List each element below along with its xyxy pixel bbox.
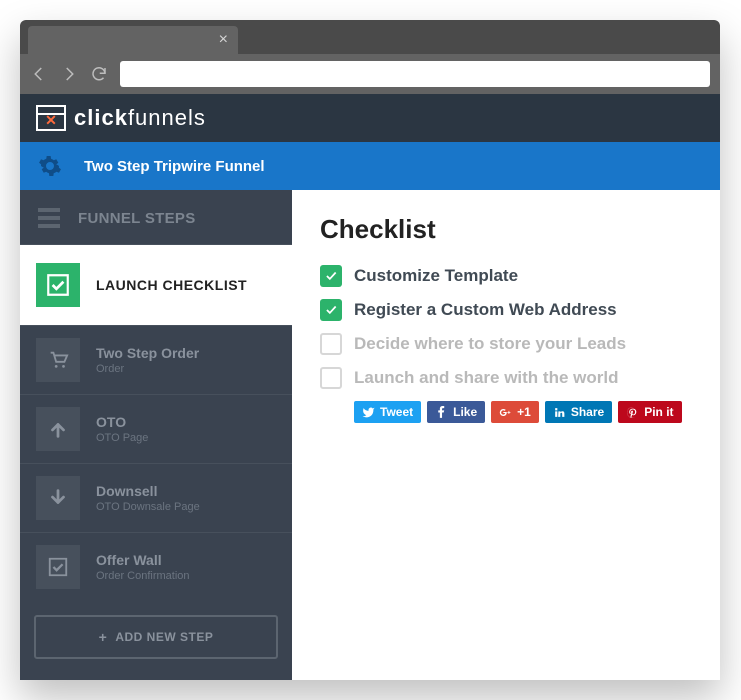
sidebar-item-label: Two Step Order (96, 345, 199, 361)
sidebar-section-label: FUNNEL STEPS (78, 210, 196, 227)
breadcrumb-title: Two Step Tripwire Funnel (84, 158, 265, 175)
sidebar-item-oto[interactable]: OTO OTO Page (20, 394, 292, 463)
back-icon[interactable] (30, 65, 48, 83)
reload-icon[interactable] (90, 65, 108, 83)
sidebar-item-two-step-order[interactable]: Two Step Order Order (20, 325, 292, 394)
logo-icon: ✕ (36, 105, 66, 131)
sidebar: FUNNEL STEPS LAUNCH CHECKLIST Two Step O… (20, 190, 292, 680)
like-button[interactable]: Like (427, 401, 485, 423)
checklist-item-label: Customize Template (354, 266, 518, 286)
url-bar[interactable] (120, 61, 710, 87)
linkedin-share-button[interactable]: Share (545, 401, 612, 423)
add-new-step-button[interactable]: + ADD NEW STEP (34, 615, 278, 659)
checkbox-checked-icon[interactable] (320, 299, 342, 321)
check-square-icon (36, 545, 80, 589)
forward-icon[interactable] (60, 65, 78, 83)
checklist-item-label: Launch and share with the world (354, 368, 618, 388)
gear-icon[interactable] (38, 154, 62, 178)
arrow-up-icon (36, 407, 80, 451)
checklist-item-label: Register a Custom Web Address (354, 300, 617, 320)
sidebar-item-sublabel: OTO Page (96, 432, 148, 444)
plus-icon: + (99, 629, 108, 645)
sidebar-item-label: Offer Wall (96, 552, 190, 568)
googleplus-button[interactable]: +1 (491, 401, 539, 423)
add-step-label: ADD NEW STEP (115, 630, 213, 644)
cart-icon (36, 338, 80, 382)
sidebar-item-label: Downsell (96, 483, 200, 499)
app-header: ✕ clickfunnels (20, 94, 720, 142)
sidebar-item-offer-wall[interactable]: Offer Wall Order Confirmation (20, 532, 292, 601)
checklist-item[interactable]: Decide where to store your Leads (320, 327, 692, 361)
social-share-row: Tweet Like +1 Share Pin it (354, 401, 692, 423)
browser-window: × ✕ clickfunnels Two Step Tripwire Funne… (20, 20, 720, 680)
sidebar-item-sublabel: Order Confirmation (96, 570, 190, 582)
breadcrumb: Two Step Tripwire Funnel (20, 142, 720, 190)
sidebar-item-label: LAUNCH CHECKLIST (96, 277, 247, 293)
close-tab-icon[interactable]: × (219, 31, 228, 49)
sidebar-section-head[interactable]: FUNNEL STEPS (20, 190, 292, 244)
main-content: Checklist Customize Template Register a … (292, 190, 720, 680)
chrome-tabs: × (20, 20, 720, 54)
checklist-item[interactable]: Launch and share with the world (320, 361, 692, 395)
checkbox-unchecked-icon[interactable] (320, 367, 342, 389)
brand-title: clickfunnels (74, 105, 206, 131)
sidebar-item-sublabel: OTO Downsale Page (96, 501, 200, 513)
sidebar-item-label: OTO (96, 414, 148, 430)
checklist-item-label: Decide where to store your Leads (354, 334, 626, 354)
browser-tab[interactable]: × (28, 26, 238, 54)
sidebar-item-launch-checklist[interactable]: LAUNCH CHECKLIST (20, 244, 292, 325)
checkbox-checked-icon[interactable] (320, 265, 342, 287)
browser-toolbar (20, 54, 720, 94)
app-body: FUNNEL STEPS LAUNCH CHECKLIST Two Step O… (20, 190, 720, 680)
sidebar-item-sublabel: Order (96, 363, 199, 375)
checklist-item[interactable]: Customize Template (320, 259, 692, 293)
sidebar-item-downsell[interactable]: Downsell OTO Downsale Page (20, 463, 292, 532)
checklist-item[interactable]: Register a Custom Web Address (320, 293, 692, 327)
checklist-heading: Checklist (320, 214, 692, 245)
arrow-down-icon (36, 476, 80, 520)
pinterest-button[interactable]: Pin it (618, 401, 681, 423)
hamburger-icon (38, 208, 60, 228)
check-square-icon (36, 263, 80, 307)
checkbox-unchecked-icon[interactable] (320, 333, 342, 355)
tweet-button[interactable]: Tweet (354, 401, 421, 423)
